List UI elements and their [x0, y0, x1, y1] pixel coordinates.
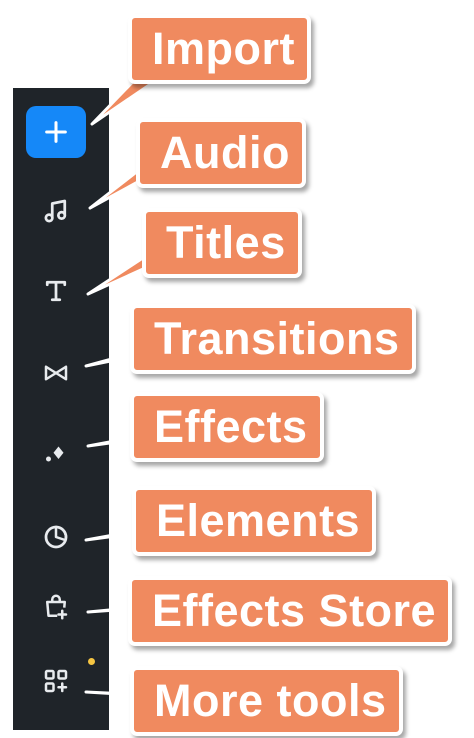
- audio-button[interactable]: [26, 182, 86, 240]
- callout-effects: Effects: [130, 392, 324, 462]
- effects-button[interactable]: [26, 425, 86, 483]
- effects-store-button[interactable]: [26, 578, 86, 636]
- text-t-icon: [45, 280, 67, 302]
- callout-effects-store: Effects Store: [128, 576, 453, 646]
- bowtie-icon: [44, 365, 68, 381]
- callout-elements: Elements: [132, 486, 377, 556]
- music-note-icon: [44, 199, 67, 223]
- elements-button[interactable]: [26, 508, 86, 566]
- grid-plus-icon: [44, 669, 68, 693]
- notification-dot: [88, 658, 95, 665]
- plus-icon: [45, 121, 67, 143]
- titles-button[interactable]: [26, 262, 86, 320]
- more-tools-button[interactable]: [26, 652, 86, 710]
- shopping-bag-plus-icon: [46, 594, 68, 620]
- transitions-button[interactable]: [26, 344, 86, 402]
- sparkle-icon: [46, 446, 64, 462]
- callout-audio: Audio: [136, 118, 306, 188]
- callout-more-tools: More tools: [130, 666, 403, 736]
- callout-titles: Titles: [142, 208, 302, 278]
- callout-import: Import: [128, 14, 311, 84]
- import-button[interactable]: [26, 106, 86, 158]
- annotated-screenshot: Import Audio Titles Transitions Effects …: [0, 0, 474, 738]
- pie-icon: [44, 525, 68, 549]
- callout-transitions: Transitions: [130, 304, 416, 374]
